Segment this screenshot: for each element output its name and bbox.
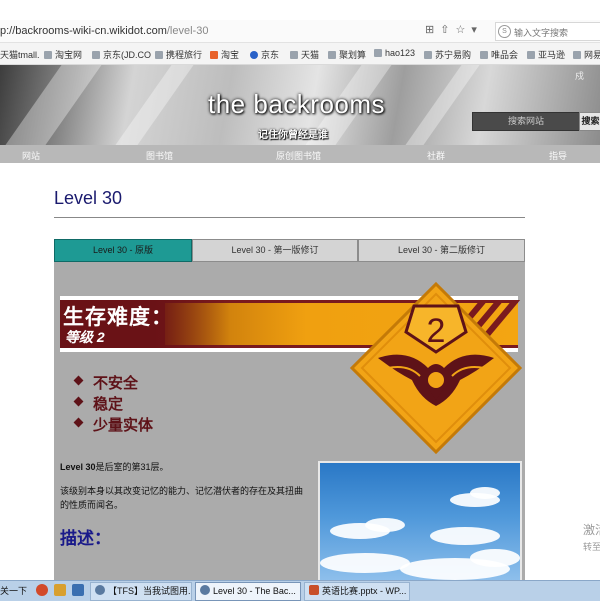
page-icon — [44, 51, 52, 59]
chevron-down-icon[interactable]: ▾ — [471, 24, 483, 36]
page-icon — [155, 51, 163, 59]
tab-content: 生存难度： 等级 2 2 不安全 稳定 少量实体 Level 30是后室的第31… — [54, 262, 525, 580]
bookmark-item[interactable]: 网易 — [573, 48, 600, 61]
tab-revision-2[interactable]: Level 30 - 第二版修订 — [358, 239, 525, 262]
bookmark-item[interactable]: 携程旅行 — [155, 48, 202, 61]
body-paragraph: 该级别本身以其改变记忆的能力、记忆潜伏者的存在及其扭曲的性质而闻名。 — [60, 486, 304, 510]
search-engine-icon: S — [498, 25, 511, 38]
tab-original[interactable]: Level 30 - 原版 — [54, 239, 192, 262]
browser-search-placeholder: 输入文字搜索 — [514, 28, 569, 38]
bookmark-item[interactable]: 苏宁易购 — [424, 48, 471, 61]
app-icon[interactable] — [72, 584, 84, 596]
taobao-icon — [210, 51, 218, 59]
intro-paragraph: Level 30是后室的第31层。 — [60, 460, 169, 473]
diamond-bullet-icon — [73, 396, 84, 407]
watermark-line-1: 激活 — [583, 523, 600, 537]
url-path: /level-30 — [166, 25, 209, 37]
cloud-shape — [430, 527, 500, 545]
page-icon — [290, 51, 298, 59]
nav-item-guide[interactable]: 指导 — [549, 149, 567, 162]
browser-icon — [95, 585, 105, 595]
page-icon — [374, 49, 382, 57]
site-search-button[interactable]: 搜索 — [579, 112, 600, 131]
site-header: the backrooms 记住你曾经是谁 戍 搜索网站 搜索 — [0, 65, 600, 145]
nav-item-original-library[interactable]: 原创图书馆 — [276, 149, 321, 162]
bookmark-item[interactable]: 亚马逊 — [527, 48, 565, 61]
bookmark-item[interactable]: 唯品会 — [480, 48, 518, 61]
header-corner-text: 戍 — [575, 71, 585, 81]
diamond-bullet-icon — [73, 417, 84, 428]
bookmark-item[interactable]: 淘宝网 — [44, 48, 82, 61]
survival-difficulty-level: 等级 2 — [65, 329, 105, 345]
bookmarks-bar: 天猫tmall. 淘宝网 京东(JD.CO 携程旅行 淘宝 京东 天猫 聚划算 … — [0, 43, 600, 65]
cloud-shape — [470, 549, 520, 567]
page-icon — [573, 51, 581, 59]
header-texture — [391, 65, 487, 145]
nav-item-website[interactable]: 网站 — [22, 149, 40, 162]
cloud-shape — [365, 518, 405, 532]
page-icon — [527, 51, 535, 59]
taskbar: 关一下 【TFS】当我试图用... Level 30 - The Bac... … — [0, 580, 600, 601]
bookmark-item[interactable]: 淘宝 — [210, 48, 239, 61]
browser-icon[interactable] — [36, 584, 48, 596]
bookmark-item[interactable]: 聚划算 — [328, 48, 366, 61]
tab-revision-1[interactable]: Level 30 - 第一版修订 — [192, 239, 358, 262]
browser-search-input[interactable]: S 输入文字搜索 — [495, 22, 600, 41]
header-texture — [0, 65, 109, 145]
diamond-bullet-icon — [73, 375, 84, 386]
bookmark-item[interactable]: 京东(JD.CO — [92, 48, 151, 61]
page-icon — [480, 51, 488, 59]
site-subtitle: 记住你曾经是谁 — [258, 130, 328, 141]
badge-number: 2 — [427, 312, 446, 350]
page-icon — [92, 51, 100, 59]
sky-image — [318, 461, 522, 580]
site-title[interactable]: the backrooms — [208, 89, 385, 120]
description-heading: 描述： — [60, 529, 111, 548]
watermark-line-2: 转至 — [583, 542, 600, 552]
url-host: p://backrooms-wiki-cn.wikidot.com — [0, 25, 167, 37]
version-tabs: Level 30 - 原版 Level 30 - 第一版修订 Level 30 … — [54, 239, 525, 262]
bookmark-item[interactable]: 京东 — [250, 48, 279, 61]
address-bar-icons: ⊞⇧☆▾ — [425, 23, 483, 36]
page-icon — [424, 51, 432, 59]
star-icon[interactable]: ☆ — [455, 24, 471, 36]
site-nav: 网站 图书馆 原创图书馆 社群 指导 — [0, 145, 600, 163]
taskbar-item[interactable]: 英语比赛.pptx - WP... — [304, 582, 410, 601]
presentation-icon — [309, 585, 319, 595]
intro-bold: Level 30 — [60, 462, 96, 472]
browser-icon — [200, 585, 210, 595]
title-divider — [54, 217, 525, 218]
nav-item-community[interactable]: 社群 — [427, 149, 445, 162]
class-2-badge-icon: 2 — [349, 281, 523, 455]
cloud-shape — [320, 553, 410, 573]
taskbar-start[interactable]: 关一下 — [0, 584, 27, 597]
url-field[interactable]: p://backrooms-wiki-cn.wikidot.com/level-… — [0, 25, 208, 37]
page-title: Level 30 — [54, 188, 123, 208]
bookmark-item[interactable]: 天猫tmall. — [0, 48, 40, 61]
share-icon[interactable]: ⇧ — [440, 24, 455, 36]
taskbar-item-active[interactable]: Level 30 - The Bac... — [195, 582, 301, 601]
nav-item-library[interactable]: 图书馆 — [146, 149, 173, 162]
cloud-shape — [470, 487, 500, 499]
activation-watermark: 激活 转至 — [583, 522, 600, 556]
jd-icon — [250, 51, 258, 59]
folder-icon[interactable] — [54, 584, 66, 596]
qr-icon[interactable]: ⊞ — [425, 24, 440, 36]
taskbar-item[interactable]: 【TFS】当我试图用... — [90, 582, 192, 601]
site-search-input[interactable]: 搜索网站 — [472, 112, 580, 131]
bookmark-item[interactable]: 天猫 — [290, 48, 319, 61]
intro-text: 是后室的第31层。 — [95, 462, 169, 472]
bookmark-item[interactable]: hao123 — [374, 48, 415, 58]
page-icon — [328, 51, 336, 59]
header-texture — [101, 65, 201, 145]
address-bar[interactable]: p://backrooms-wiki-cn.wikidot.com/level-… — [0, 20, 600, 43]
